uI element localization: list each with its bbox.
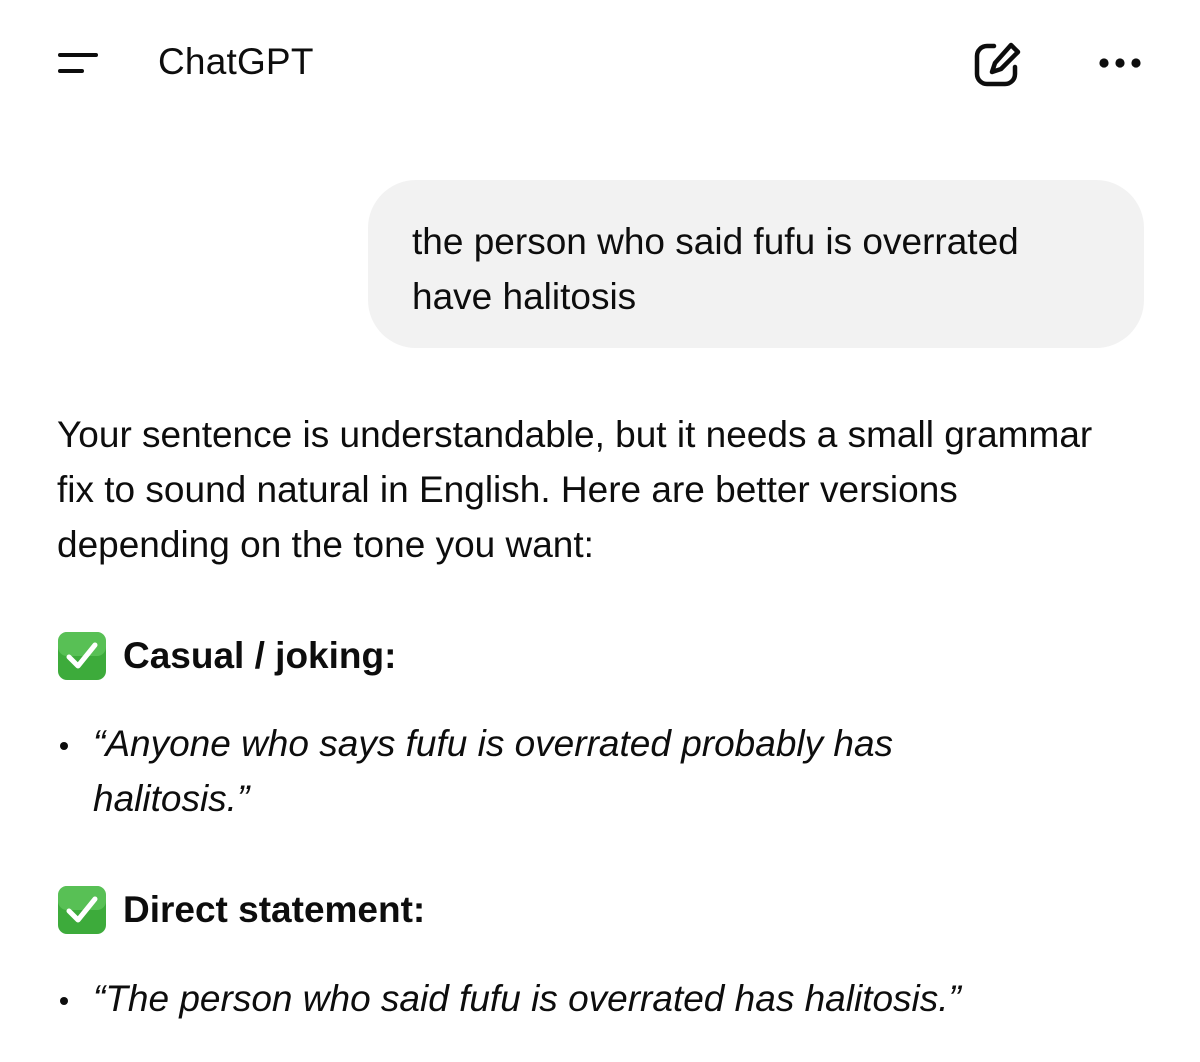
bullet-dot — [60, 997, 68, 1005]
bullet-text: “The person who said fufu is overrated h… — [93, 978, 961, 1019]
user-message-text: the person who said fufu is overrated ha… — [412, 221, 1019, 317]
section-heading-text: Casual / joking: — [123, 635, 397, 676]
app-title: ChatGPT — [158, 41, 314, 82]
bullet-dot — [60, 742, 68, 750]
menu-icon[interactable] — [52, 42, 104, 86]
compose-icon[interactable] — [968, 36, 1028, 92]
user-message-bubble[interactable]: the person who said fufu is overrated ha… — [368, 180, 1144, 348]
bullet-text: “Anyone who says fufu is overrated proba… — [93, 723, 894, 819]
assistant-intro: Your sentence is understandable, but it … — [57, 414, 1093, 565]
check-mark-icon — [58, 886, 106, 934]
top-bar: ChatGPT — [0, 0, 1200, 125]
more-icon[interactable] — [1090, 40, 1154, 86]
section-heading-text: Direct statement: — [123, 889, 426, 930]
section-heading-casual: Casual / joking: — [57, 628, 396, 684]
section-heading-direct: Direct statement: — [57, 882, 425, 938]
check-mark-icon — [58, 632, 106, 680]
